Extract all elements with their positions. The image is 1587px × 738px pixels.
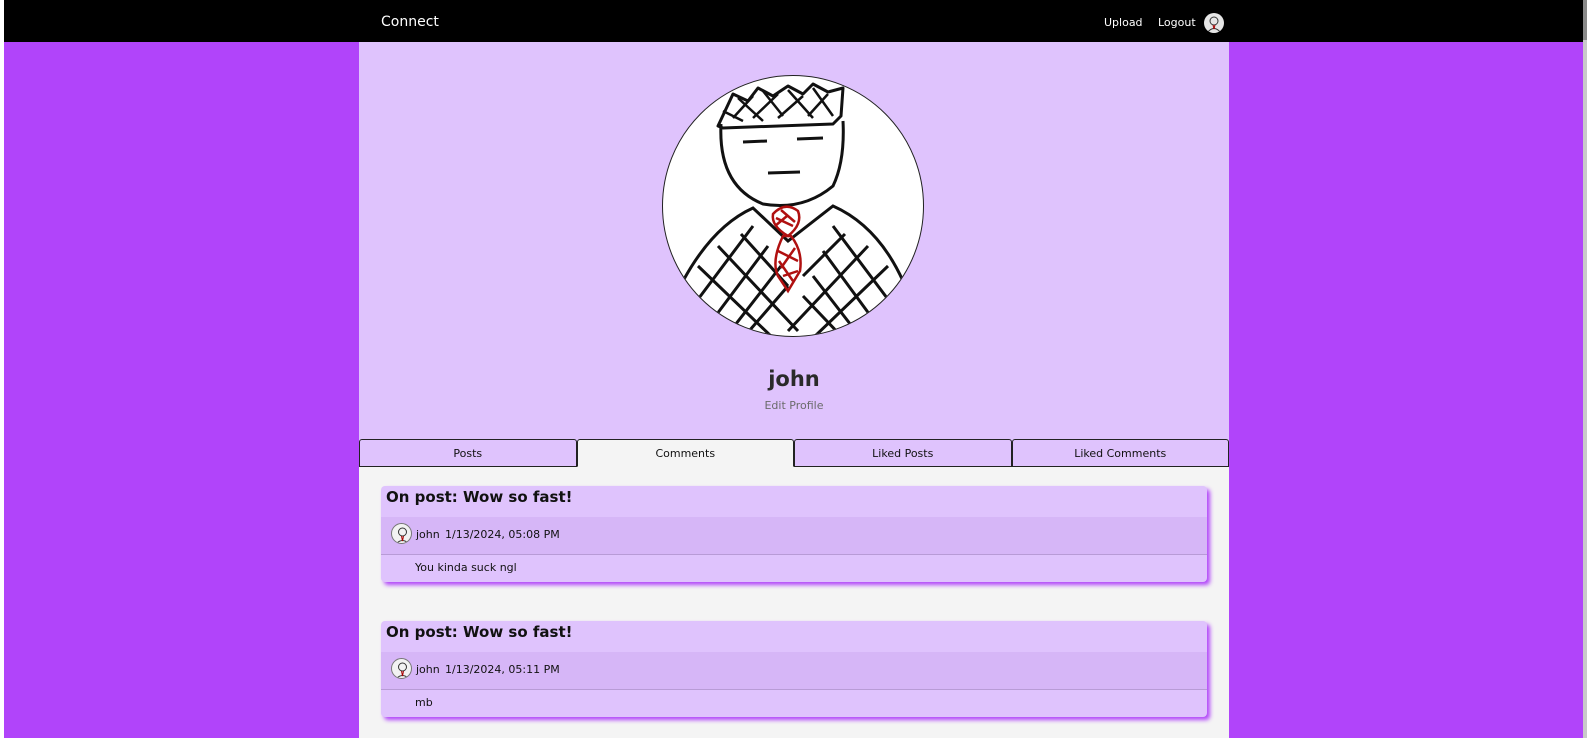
comment-meta: john 1/13/2024, 05:08 PM (381, 517, 1207, 555)
comment-card[interactable]: On post: Wow so fast! john 1/13/2024, 05… (381, 486, 1207, 582)
brand-link[interactable]: Connect (381, 14, 439, 30)
comment-post-title[interactable]: On post: Wow so fast! (386, 623, 572, 641)
logout-link[interactable]: Logout (1158, 16, 1196, 29)
comment-text: mb (415, 696, 433, 709)
profile-drawing-icon (681, 82, 905, 336)
upload-link[interactable]: Upload (1104, 16, 1143, 29)
comment-author[interactable]: john (416, 528, 440, 541)
profile-picture (662, 75, 924, 337)
navbar: Connect Upload Logout (4, 0, 1583, 42)
comment-meta: john 1/13/2024, 05:11 PM (381, 652, 1207, 690)
profile-tabs: Posts Comments Liked Posts Liked Comment… (359, 439, 1229, 467)
scrollbar[interactable] (1583, 0, 1587, 738)
comment-post-title[interactable]: On post: Wow so fast! (386, 488, 572, 506)
comments-list: On post: Wow so fast! john 1/13/2024, 05… (359, 467, 1229, 738)
tab-posts[interactable]: Posts (359, 439, 577, 467)
comment-avatar-icon[interactable] (391, 523, 412, 544)
tab-comments[interactable]: Comments (576, 439, 794, 467)
comment-card[interactable]: On post: Wow so fast! john 1/13/2024, 05… (381, 621, 1207, 717)
comment-author[interactable]: john (416, 663, 440, 676)
profile-username: john (768, 367, 820, 391)
edit-profile-link[interactable]: Edit Profile (359, 399, 1229, 412)
scrollbar-thumb[interactable] (1583, 0, 1587, 40)
tab-liked-comments[interactable]: Liked Comments (1011, 439, 1229, 467)
comment-date: 1/13/2024, 05:11 PM (445, 663, 560, 676)
profile-header: john Edit Profile (359, 42, 1229, 439)
window-left-edge (0, 0, 4, 738)
nav-avatar-icon[interactable] (1204, 13, 1224, 33)
comment-date: 1/13/2024, 05:08 PM (445, 528, 560, 541)
comment-text: You kinda suck ngl (415, 561, 517, 574)
comment-avatar-icon[interactable] (391, 658, 412, 679)
tab-liked-posts[interactable]: Liked Posts (794, 439, 1012, 467)
